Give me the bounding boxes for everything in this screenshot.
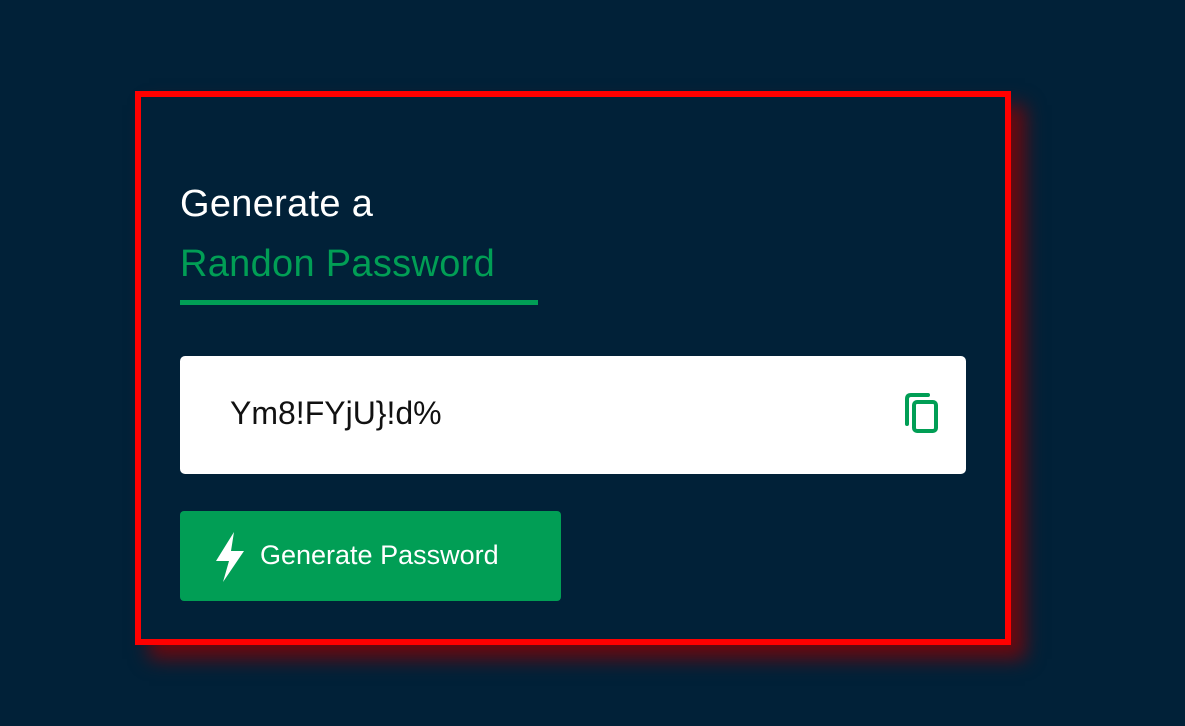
generate-password-label: Generate Password <box>260 540 499 570</box>
password-generator-card: Generate a Randon Password Ym8!FYjU}!d% … <box>135 91 1011 645</box>
password-value: Ym8!FYjU}!d% <box>230 395 442 431</box>
password-display: Ym8!FYjU}!d% <box>180 356 966 474</box>
copy-icon[interactable] <box>898 391 944 439</box>
generate-password-button[interactable]: Generate Password <box>180 511 561 601</box>
heading-line-1: Generate a <box>180 183 374 225</box>
heading-line-2: Randon Password <box>180 243 496 285</box>
heading-underline <box>180 300 538 305</box>
lightning-bolt-icon <box>212 531 248 583</box>
